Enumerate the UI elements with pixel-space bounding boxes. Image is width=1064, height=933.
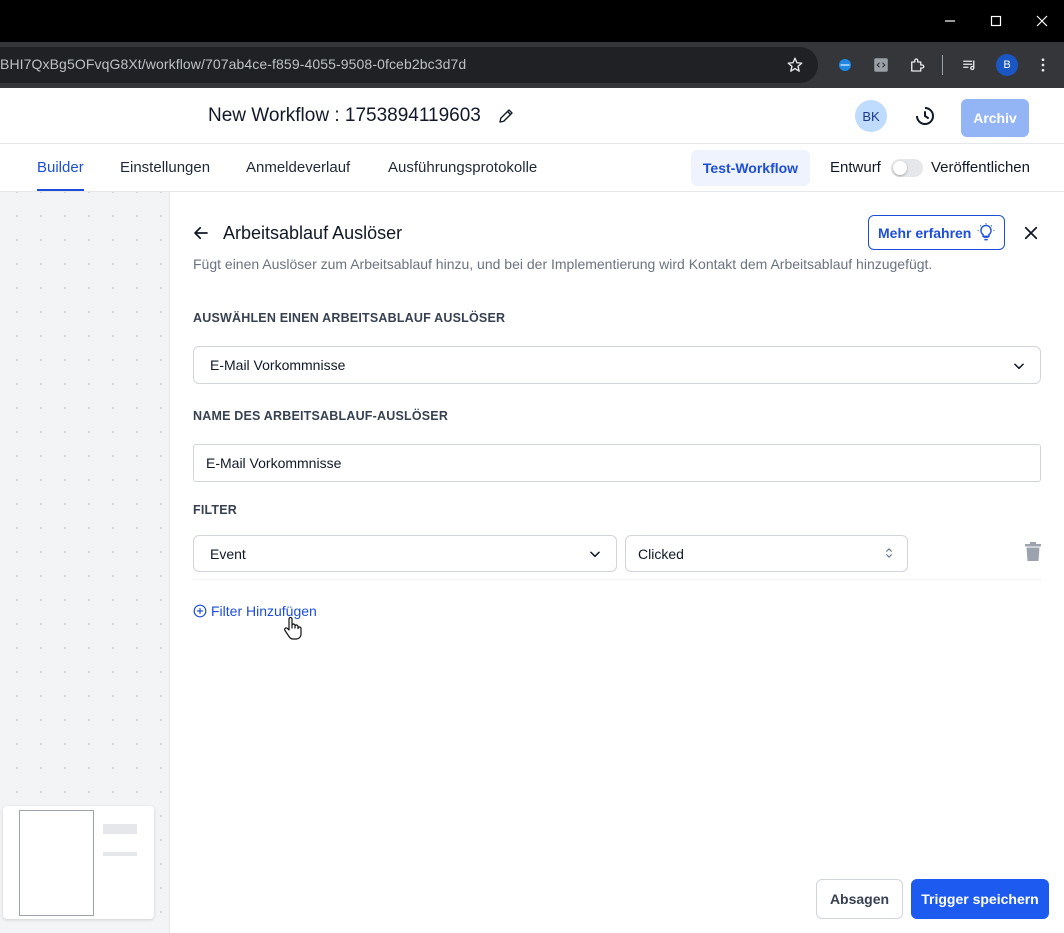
lightbulb-icon (977, 223, 995, 241)
extension-blue-icon[interactable] (833, 53, 857, 77)
delete-filter-trash-icon[interactable] (1024, 542, 1042, 562)
extension-code-icon[interactable] (869, 53, 893, 77)
save-trigger-button[interactable]: Trigger speichern (911, 879, 1049, 919)
filter-value-text: Clicked (638, 546, 684, 562)
back-arrow-icon[interactable] (192, 224, 210, 242)
archive-button[interactable]: Archiv (961, 99, 1029, 137)
window-close-icon[interactable] (1019, 0, 1064, 42)
bookmark-star-icon[interactable] (783, 53, 807, 77)
tab-settings[interactable]: Einstellungen (120, 159, 210, 176)
toolbar-separator (942, 55, 943, 75)
chevron-down-icon (590, 551, 600, 558)
minimap-node (103, 824, 137, 834)
chevron-down-icon (1014, 363, 1024, 370)
canvas-minimap[interactable] (3, 806, 154, 919)
chevron-updown-icon (886, 548, 892, 558)
extensions-puzzle-icon[interactable] (905, 53, 929, 77)
workflow-title: New Workflow : 1753894119603 (208, 105, 481, 126)
cancel-button[interactable]: Absagen (816, 879, 903, 919)
drawer-title: Arbeitsablauf Auslöser (223, 223, 403, 243)
browser-profile-avatar[interactable]: B (996, 54, 1018, 76)
trigger-select[interactable]: E-Mail Vorkommnisse (193, 346, 1041, 384)
trigger-select-value: E-Mail Vorkommnisse (210, 357, 346, 373)
tab-builder[interactable]: Builder (37, 159, 84, 176)
minimap-viewport (19, 810, 94, 916)
url-text[interactable]: BHI7QxBg5OFvqG8Xt/workflow/707ab4ce-f859… (0, 56, 466, 72)
trigger-name-input[interactable] (193, 444, 1041, 482)
learn-more-button[interactable]: Mehr erfahren (868, 215, 1005, 250)
hand-pointer-cursor-icon (283, 616, 303, 641)
publish-label: Veröffentlichen (931, 159, 1030, 176)
minimap-node (103, 852, 137, 856)
user-avatar[interactable]: BK (855, 100, 887, 132)
learn-more-label: Mehr erfahren (878, 225, 972, 241)
publish-toggle[interactable] (891, 159, 923, 177)
history-icon[interactable] (913, 104, 937, 128)
tab-execution-logs[interactable]: Ausführungsprotokolle (388, 159, 537, 176)
filter-label: FILTER (193, 503, 238, 517)
drawer-description: Fügt einen Auslöser zum Arbeitsablauf hi… (193, 256, 933, 272)
media-queue-icon[interactable] (958, 53, 982, 77)
edit-pencil-icon[interactable] (497, 107, 515, 125)
tab-login-history[interactable]: Anmeldeverlauf (246, 159, 350, 176)
browser-titlebar (0, 0, 1064, 42)
filter-field-select[interactable]: Event (193, 535, 617, 572)
test-workflow-button[interactable]: Test-Workflow (691, 150, 810, 186)
trigger-select-label: AUSWÄHLEN EINEN ARBEITSABLAUF AUSLÖSER (193, 311, 506, 325)
filter-value-select[interactable]: Clicked (625, 535, 908, 572)
browser-menu-icon[interactable] (1031, 53, 1055, 77)
plus-circle-icon (193, 604, 207, 618)
active-tab-indicator (37, 189, 84, 191)
close-icon[interactable] (1022, 224, 1040, 242)
filter-field-value: Event (210, 546, 246, 562)
trigger-name-label: NAME DES ARBEITSABLAUF-AUSLÖSER (193, 409, 449, 423)
minimize-icon[interactable] (927, 0, 973, 42)
maximize-icon[interactable] (973, 0, 1019, 42)
draft-label: Entwurf (830, 159, 881, 176)
app-header (0, 88, 1064, 144)
toggle-knob (893, 161, 907, 175)
